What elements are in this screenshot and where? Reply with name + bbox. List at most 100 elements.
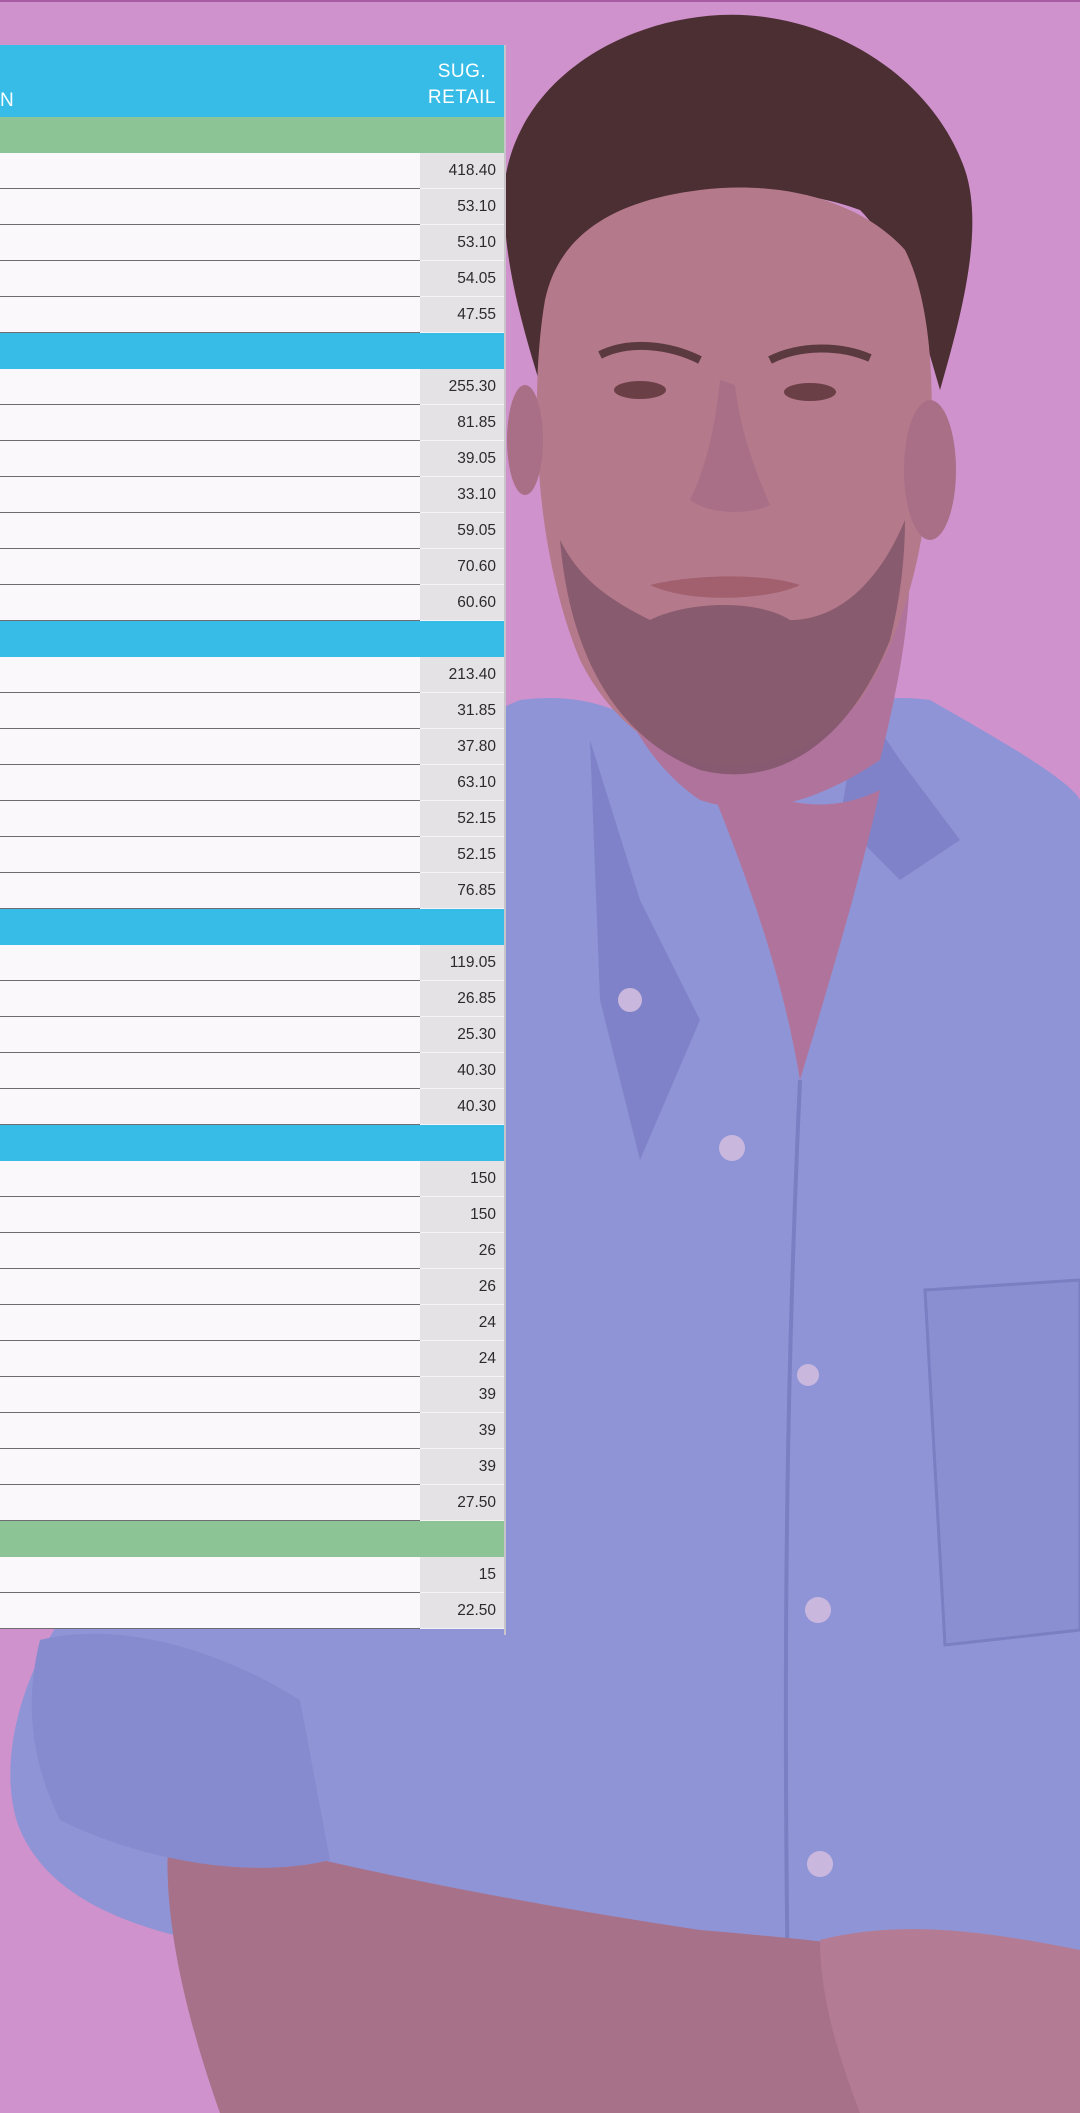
sug-retail-cell: 26.85 [420,981,506,1017]
section-header-bar [0,621,506,657]
section-header-bar [0,909,506,945]
section-header-bar [0,333,506,369]
table-row: 76.85 [0,873,506,909]
description-cell [0,1557,420,1593]
sug-retail-cell: 213.40 [420,657,506,693]
table-row: 26 [0,1269,506,1305]
table-row: 53.10 [0,225,506,261]
sug-retail-cell: 53.10 [420,189,506,225]
table-row: 39.05 [0,441,506,477]
description-cell [0,153,420,189]
description-cell [0,1449,420,1485]
sug-retail-cell: 52.15 [420,837,506,873]
sug-retail-cell: 22.50 [420,1593,506,1629]
sug-retail-cell: 81.85 [420,405,506,441]
description-cell [0,1413,420,1449]
table-row: 39 [0,1449,506,1485]
description-cell [0,1377,420,1413]
table-row: 60.60 [0,585,506,621]
section-header-bar [0,117,506,153]
description-cell [0,297,420,333]
description-cell [0,729,420,765]
sug-retail-cell: 40.30 [420,1089,506,1125]
table-row: 40.30 [0,1089,506,1125]
sug-retail-cell: 53.10 [420,225,506,261]
sug-retail-cell: 26 [420,1233,506,1269]
table-row: 150 [0,1197,506,1233]
table-row: 63.10 [0,765,506,801]
description-cell [0,873,420,909]
sug-retail-cell: 24 [420,1305,506,1341]
description-cell [0,1233,420,1269]
table-row: 24 [0,1305,506,1341]
table-row: 39 [0,1413,506,1449]
description-cell [0,1053,420,1089]
table-row: 47.55 [0,297,506,333]
description-cell [0,225,420,261]
description-cell [0,1089,420,1125]
sug-retail-cell: 70.60 [420,549,506,585]
sug-retail-cell: 26 [420,1269,506,1305]
description-cell [0,1593,420,1629]
table-row: 52.15 [0,801,506,837]
description-cell [0,369,420,405]
description-cell [0,1197,420,1233]
table-panel-edge [504,45,506,1635]
table-row: 27.50 [0,1485,506,1521]
sug-retail-cell: 39.05 [420,441,506,477]
sug-retail-cell: 63.10 [420,765,506,801]
sug-retail-cell: 418.40 [420,153,506,189]
table-header: N SUG. RETAIL [0,45,506,117]
description-cell [0,405,420,441]
description-cell [0,513,420,549]
description-cell [0,1305,420,1341]
sug-retail-header-line1: SUG. [437,61,487,82]
sug-retail-cell: 119.05 [420,945,506,981]
description-cell [0,657,420,693]
description-header-fragment: N [0,90,15,111]
table-row: 119.05 [0,945,506,981]
description-cell [0,945,420,981]
table-row: 37.80 [0,729,506,765]
description-cell [0,693,420,729]
description-cell [0,189,420,225]
description-cell [0,441,420,477]
table-row: 31.85 [0,693,506,729]
table-row: 150 [0,1161,506,1197]
price-table: N SUG. RETAIL 418.40 53.10 53.10 54.05 47.55… [0,45,506,1629]
description-cell [0,261,420,297]
sug-retail-cell: 60.60 [420,585,506,621]
description-cell [0,981,420,1017]
table-row: 52.15 [0,837,506,873]
sug-retail-cell: 150 [420,1161,506,1197]
table-row: 53.10 [0,189,506,225]
table-row: 255.30 [0,369,506,405]
table-row: 418.40 [0,153,506,189]
description-cell [0,1017,420,1053]
sug-retail-cell: 52.15 [420,801,506,837]
description-cell [0,585,420,621]
description-cell [0,1269,420,1305]
sug-retail-cell: 39 [420,1377,506,1413]
sug-retail-cell: 39 [420,1413,506,1449]
sug-retail-cell: 150 [420,1197,506,1233]
sug-retail-header-line2: RETAIL [427,87,496,108]
description-cell [0,1161,420,1197]
sug-retail-cell: 27.50 [420,1485,506,1521]
sug-retail-cell: 15 [420,1557,506,1593]
table-row: 81.85 [0,405,506,441]
sug-retail-cell: 59.05 [420,513,506,549]
sug-retail-cell: 47.55 [420,297,506,333]
table-row: 39 [0,1377,506,1413]
sug-retail-cell: 31.85 [420,693,506,729]
table-row: 24 [0,1341,506,1377]
table-row: 33.10 [0,477,506,513]
description-cell [0,765,420,801]
table-row: 25.30 [0,1017,506,1053]
table-row: 54.05 [0,261,506,297]
sug-retail-header: SUG. RETAIL [428,59,496,111]
description-cell [0,801,420,837]
description-cell [0,1341,420,1377]
sug-retail-cell: 24 [420,1341,506,1377]
table-row: 40.30 [0,1053,506,1089]
